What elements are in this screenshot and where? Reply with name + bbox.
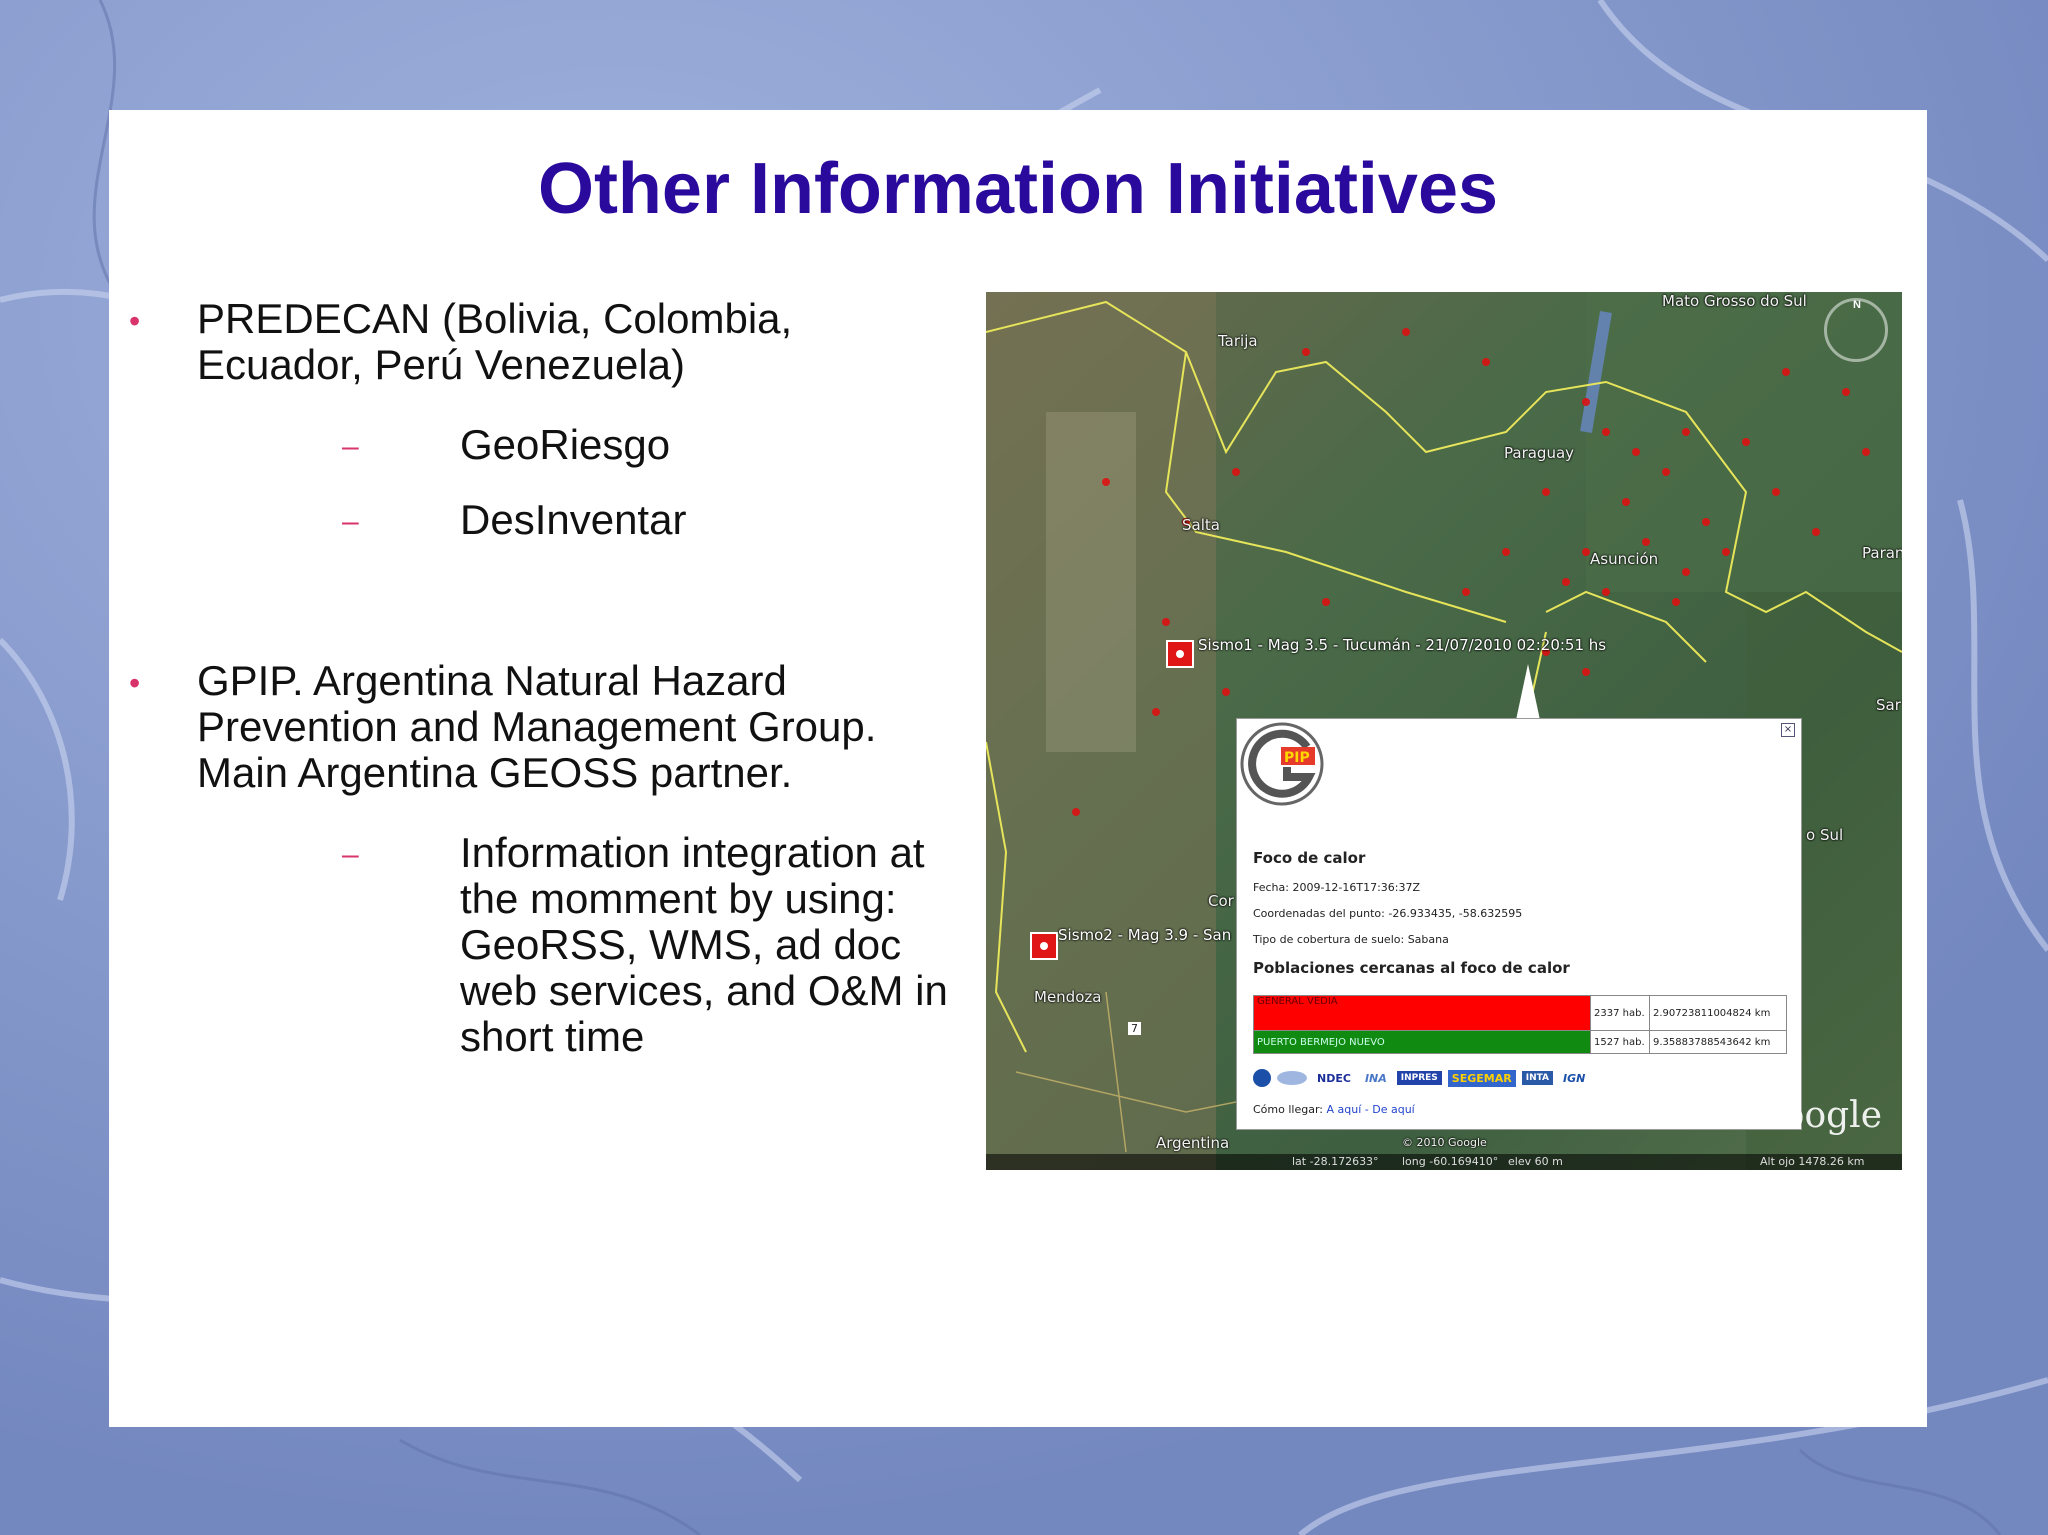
status-longitude: long -60.169410° <box>1402 1155 1499 1168</box>
popup-coordinates: Coordenadas del punto: -26.933435, -58.6… <box>1253 907 1523 920</box>
population-hab: 2337 hab. <box>1590 995 1650 1031</box>
directions-label: Cómo llegar: <box>1253 1103 1327 1116</box>
map-label-asuncion: Asunción <box>1590 550 1659 568</box>
table-row: PUERTO BERMEJO NUEVO 1527 hab. 9.3588378… <box>1253 1030 1787 1054</box>
map-label-salta: Salta <box>1182 516 1220 534</box>
dash-marker: – <box>342 838 359 871</box>
subitem-information-integration: Information integration at the momment b… <box>460 829 948 1060</box>
partner-logo-ign: IGN <box>1563 1071 1586 1085</box>
status-latitude: lat -28.172633° <box>1292 1155 1379 1168</box>
earthquake-marker-1[interactable] <box>1166 640 1194 668</box>
dash-marker: – <box>342 505 359 538</box>
partner-logos: NDEC INA INPRES SEGEMAR INTA IGN <box>1253 1069 1589 1087</box>
map-label-paraguay: Paraguay <box>1504 444 1575 462</box>
populations-table: GENERAL VEDIA 2337 hab. 2.90723811004824… <box>1253 995 1787 1054</box>
compass-north-label: N <box>1853 299 1861 311</box>
map-label-argentina: Argentina <box>1156 1134 1230 1152</box>
map-label-parana: Paran <box>1862 544 1902 562</box>
status-eye-altitude: Alt ojo 1478.26 km <box>1760 1155 1865 1168</box>
gpip-logo: PIP <box>1240 722 1324 806</box>
partner-logo-icon <box>1253 1069 1271 1087</box>
table-row: GENERAL VEDIA 2337 hab. 2.90723811004824… <box>1253 995 1787 1031</box>
slide-title: Other Information Initiatives <box>537 149 1499 229</box>
bullet-marker: • <box>129 303 141 339</box>
directions-row: Cómo llegar: A aquí - De aquí <box>1253 1103 1415 1116</box>
population-distance: 9.35883788543642 km <box>1649 1030 1787 1054</box>
map-label-mendoza: Mendoza <box>1034 988 1102 1006</box>
map-screenshot: N Mato Grosso do Sul Tarija Paraguay Sal… <box>986 292 1902 1170</box>
close-icon[interactable]: × <box>1781 723 1795 737</box>
bullet-text-gpip: GPIP. Argentina Natural Hazard Preventio… <box>197 657 877 796</box>
popup-subtitle: Poblaciones cercanas al foco de calor <box>1253 959 1570 977</box>
partner-logo-segemar: SEGEMAR <box>1447 1069 1516 1087</box>
map-label-mato-grosso: Mato Grosso do Sul <box>1662 292 1807 310</box>
population-distance: 2.90723811004824 km <box>1649 995 1787 1031</box>
earthquake-marker-2[interactable] <box>1030 932 1058 960</box>
compass-control[interactable]: N <box>1824 298 1888 362</box>
partner-logo-inpres: INPRES <box>1396 1071 1442 1085</box>
bullet-text-predecan: PREDECAN (Bolivia, Colombia, Ecuador, Pe… <box>197 295 793 388</box>
popup-pointer <box>1516 664 1540 720</box>
popup-title: Foco de calor <box>1253 849 1366 867</box>
dash-marker: – <box>342 430 359 463</box>
google-logo: oogle <box>1782 1095 1882 1136</box>
population-name: GENERAL VEDIA <box>1253 995 1591 1031</box>
popup-fecha: Fecha: 2009-12-16T17:36:37Z <box>1253 881 1421 894</box>
subitem-georiesgo: GeoRiesgo <box>460 421 671 468</box>
bullet-marker: • <box>129 665 141 701</box>
map-label-sul: o Sul <box>1806 826 1844 844</box>
earthquake-label-1: Sismo1 - Mag 3.5 - Tucumán - 21/07/2010 … <box>1198 636 1607 654</box>
map-label-sar: Sar <box>1876 696 1901 714</box>
route-shield: 7 <box>1128 1022 1141 1035</box>
partner-logo-icon <box>1277 1071 1307 1085</box>
popup-cover-type: Tipo de cobertura de suelo: Sabana <box>1253 933 1449 946</box>
directions-link[interactable]: A aquí - De aquí <box>1327 1103 1415 1116</box>
status-elevation: elev 60 m <box>1508 1155 1563 1168</box>
population-name: PUERTO BERMEJO NUEVO <box>1253 1030 1591 1054</box>
population-hab: 1527 hab. <box>1590 1030 1650 1054</box>
info-popup: × PIP Foco de calor Fecha: 2009-12-16T17… <box>1236 718 1802 1130</box>
map-label-cor: Cor <box>1208 892 1234 910</box>
status-bar: lat -28.172633° long -60.169410° elev 60… <box>986 1154 1902 1170</box>
svg-text:PIP: PIP <box>1284 750 1310 766</box>
subitem-desinventar: DesInventar <box>460 496 687 543</box>
partner-logo-ndec: NDEC <box>1317 1071 1351 1085</box>
map-label-tarija: Tarija <box>1218 332 1258 350</box>
partner-logo-inta: INTA <box>1521 1071 1554 1085</box>
map-copyright: © 2010 Google <box>1402 1136 1487 1149</box>
earthquake-label-2: Sismo2 - Mag 3.9 - San <box>1058 926 1232 944</box>
partner-logo-ina: INA <box>1364 1071 1387 1085</box>
